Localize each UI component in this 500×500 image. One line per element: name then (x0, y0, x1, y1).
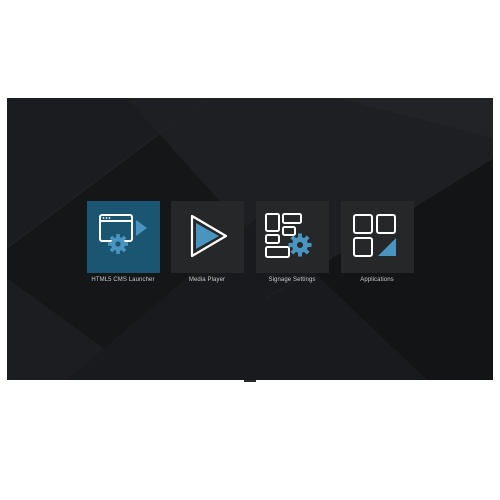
html5-cms-launcher-icon (99, 214, 147, 254)
applications-grid-icon (353, 214, 396, 257)
signage-settings-icon (265, 213, 312, 258)
monitor-edge (244, 380, 256, 382)
play-icon (190, 214, 228, 258)
tile-label-applications: Applications (360, 277, 394, 283)
tile-applications[interactable] (341, 201, 414, 273)
tile-signage-settings[interactable] (256, 201, 329, 273)
tile-media-player[interactable] (171, 201, 244, 273)
display-screen: HTML5 CMS Launcher Media Player Signage … (7, 98, 493, 380)
launcher-tiles: HTML5 CMS Launcher Media Player Signage … (7, 98, 493, 380)
tile-html5-cms-launcher[interactable] (87, 201, 160, 273)
